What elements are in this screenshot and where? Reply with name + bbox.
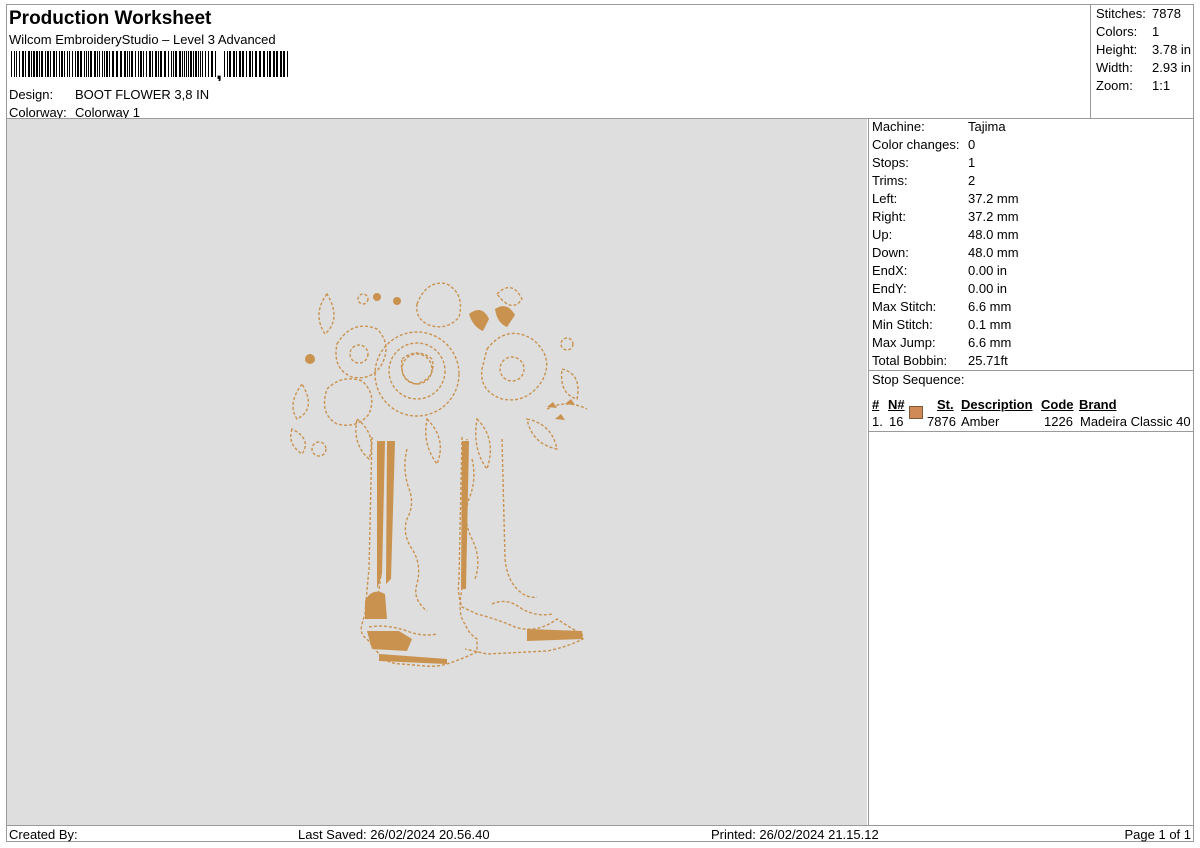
info-up: Up: 48.0 mm: [872, 227, 1019, 242]
info-right: Right: 37.2 mm: [872, 209, 1019, 224]
design-preview-canvas: [7, 119, 867, 825]
summary-value: 1:1: [1152, 78, 1171, 93]
info-label: Trims:: [872, 173, 908, 188]
info-value: 0: [968, 137, 976, 152]
created-by: Created By:: [9, 827, 78, 842]
summary-colors: Colors: 1: [1096, 24, 1159, 39]
info-label: Total Bobbin:: [872, 353, 948, 368]
summary-label: Height:: [1096, 42, 1138, 57]
info-value: 37.2 mm: [968, 191, 1019, 206]
info-value: 48.0 mm: [968, 227, 1019, 242]
info-left: Left: 37.2 mm: [872, 191, 1019, 206]
stop-brand: Madeira Classic 40: [1080, 414, 1191, 429]
info-max-jump: Max Jump: 6.6 mm: [872, 335, 1011, 350]
summary-label: Stitches:: [1096, 6, 1146, 21]
svg-text:,: ,: [216, 59, 222, 81]
info-value: 6.6 mm: [968, 299, 1012, 314]
design-row: Design: BOOT FLOWER 3,8 IN: [9, 87, 209, 102]
last-saved: Last Saved: 26/02/2024 20.56.40: [298, 827, 490, 842]
header: Production Worksheet Wilcom EmbroiderySt…: [6, 4, 1091, 120]
summary-width: Width: 2.93 in: [1096, 60, 1191, 75]
barcode: ,: [11, 51, 288, 81]
info-endx: EndX: 0.00 in: [872, 263, 1007, 278]
summary-value: 2.93 in: [1152, 60, 1192, 75]
summary-label: Width:: [1096, 60, 1133, 75]
info-total-bobbin: Total Bobbin: 25.71ft: [872, 353, 1008, 368]
info-stops: Stops: 1: [872, 155, 975, 170]
col-needle: N#: [888, 397, 905, 412]
thread-color-swatch: [909, 406, 923, 419]
info-min-stitch: Min Stitch: 0.1 mm: [872, 317, 1011, 332]
info-machine: Machine: Tajima: [872, 119, 1006, 134]
page-number: Page 1 of 1: [1124, 827, 1192, 842]
col-code: Code: [1041, 397, 1074, 412]
info-endy: EndY: 0.00 in: [872, 281, 1007, 296]
info-label: Machine:: [872, 119, 925, 134]
summary-stitches: Stitches: 7878: [1096, 6, 1181, 21]
printed-date: Printed: 26/02/2024 21.15.12: [711, 827, 879, 842]
col-index: #: [872, 397, 880, 412]
info-label: EndY:: [872, 281, 907, 296]
machine-info-panel: Machine: Tajima Color changes: 0 Stops: 1 T…: [868, 119, 1194, 825]
stop-bottom-divider: [869, 431, 1194, 432]
info-value: 0.00 in: [968, 263, 1008, 278]
info-value: 0.00 in: [968, 281, 1008, 296]
info-label: Up:: [872, 227, 893, 242]
info-label: Stops:: [872, 155, 909, 170]
info-value: Tajima: [968, 119, 1006, 134]
design-label: Design:: [9, 87, 54, 102]
stop-needle: 16: [889, 414, 904, 429]
stop-description: Amber: [961, 414, 1000, 429]
info-label: Down:: [872, 245, 909, 260]
stop-divider: [869, 370, 1194, 371]
summary-value: 7878: [1152, 6, 1181, 21]
summary-value: 3.78 in: [1152, 42, 1192, 57]
info-max-stitch: Max Stitch: 6.6 mm: [872, 299, 1011, 314]
info-label: Left:: [872, 191, 898, 206]
info-label: EndX:: [872, 263, 908, 278]
stop-stitches: 7876: [927, 414, 956, 429]
info-color-changes: Color changes: 0: [872, 137, 975, 152]
info-label: Max Jump:: [872, 335, 936, 350]
col-description: Description: [961, 397, 1033, 412]
summary-label: Zoom:: [1096, 78, 1133, 93]
summary-zoom: Zoom: 1:1: [1096, 78, 1170, 93]
info-value: 37.2 mm: [968, 209, 1019, 224]
info-value: 0.1 mm: [968, 317, 1012, 332]
info-value: 2: [968, 173, 976, 188]
stop-index: 1.: [872, 414, 883, 429]
info-value: 48.0 mm: [968, 245, 1019, 260]
info-value: 1: [968, 155, 976, 170]
info-trims: Trims: 2: [872, 173, 975, 188]
boot-flower-design: [290, 282, 588, 667]
info-label: Right:: [872, 209, 906, 224]
summary-height: Height: 3.78 in: [1096, 42, 1191, 57]
col-stitches: St.: [937, 397, 954, 412]
summary-value: 1: [1152, 24, 1160, 39]
page-title: Production Worksheet: [9, 8, 212, 29]
info-label: Max Stitch:: [872, 299, 937, 314]
stop-code: 1226: [1044, 414, 1073, 429]
info-label: Color changes:: [872, 137, 960, 152]
info-label: Min Stitch:: [872, 317, 933, 332]
summary-label: Colors:: [1096, 24, 1138, 39]
design-value: BOOT FLOWER 3,8 IN: [75, 87, 210, 102]
info-down: Down: 48.0 mm: [872, 245, 1019, 260]
summary-panel: Stitches: 7878 Colors: 1 Height: 3.78 in Wi…: [1090, 4, 1194, 118]
info-value: 25.71ft: [968, 353, 1008, 368]
footer: Created By: Last Saved: 26/02/2024 20.56…: [6, 825, 1194, 843]
info-value: 6.6 mm: [968, 335, 1012, 350]
stop-sequence-title: Stop Sequence:: [872, 372, 965, 387]
software-name: Wilcom EmbroideryStudio – Level 3 Advanc…: [9, 32, 276, 47]
col-brand: Brand: [1079, 397, 1117, 412]
